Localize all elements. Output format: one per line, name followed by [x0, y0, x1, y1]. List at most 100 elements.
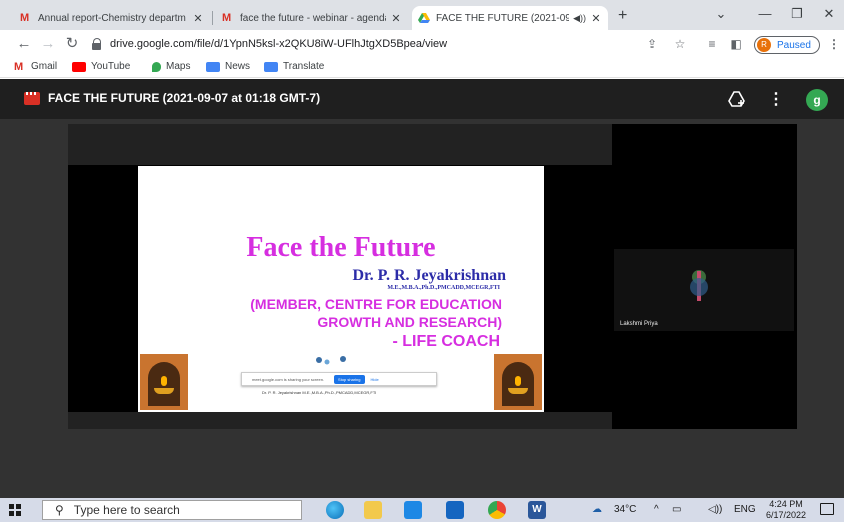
bookmark-label: Maps	[166, 61, 191, 72]
participant-name: Lakshmi Priya	[620, 321, 658, 327]
minimize-icon[interactable]: —	[752, 4, 778, 24]
side-panel-icon[interactable]: ◧	[728, 36, 744, 52]
slide-credentials: M.E.,M.B.A.,Ph.D.,PMCADD,MCEGR,FTI	[387, 285, 500, 291]
weather-icon[interactable]: ☁	[592, 504, 602, 515]
add-to-drive-icon[interactable]	[728, 91, 746, 107]
bookmark-maps[interactable]: Maps	[152, 61, 190, 72]
participant-tile: Lakshmi Priya	[614, 249, 794, 331]
close-window-icon[interactable]: ✕	[816, 4, 842, 24]
close-icon[interactable]: ✕	[390, 12, 402, 25]
gmail-icon: M	[14, 60, 24, 73]
address-bar[interactable]: drive.google.com/file/d/1YpnN5ksl-x2QKU8…	[88, 33, 616, 55]
bookmark-news[interactable]: News	[206, 61, 250, 72]
drive-viewer: FACE THE FUTURE (2021-09-07 at 01:18 GMT…	[0, 79, 844, 498]
tab-face-the-future-webinar[interactable]: M face the future - webinar - agenda ✕	[216, 6, 408, 30]
share-message: meet.google.com is sharing your screen.	[252, 376, 325, 382]
maps-pin-icon	[152, 61, 161, 72]
reload-icon[interactable]: ↻	[62, 34, 82, 54]
weather-temp[interactable]: 34°C	[614, 504, 636, 515]
word-icon[interactable]: W	[528, 501, 546, 519]
chrome-icon[interactable]	[488, 501, 506, 519]
tab-face-the-future-drive[interactable]: FACE THE FUTURE (2021-09- ◀)) ✕	[412, 6, 608, 30]
bookmark-youtube[interactable]: YouTube	[72, 61, 130, 72]
slide-speaker: Dr. P. R. Jeyakrishnan	[352, 267, 506, 284]
edge-icon[interactable]	[326, 501, 344, 519]
search-icon: ⚲	[55, 503, 64, 517]
input-language[interactable]: ENG	[734, 504, 756, 515]
store-icon[interactable]	[404, 501, 422, 519]
network-icon[interactable]: ▭	[672, 504, 681, 515]
browser-toolbar: ← → ↻ drive.google.com/file/d/1YpnN5ksl-…	[0, 30, 844, 58]
hide-button[interactable]: Hide	[371, 377, 379, 382]
forward-icon[interactable]: →	[38, 34, 58, 54]
slide-heading: Face the Future	[246, 232, 436, 263]
bookmarks-bar: M Gmail YouTube Maps News Translate	[0, 58, 844, 78]
gmail-icon: M	[20, 12, 30, 24]
volume-icon[interactable]: ◁))	[708, 504, 722, 515]
close-icon[interactable]: ✕	[192, 12, 204, 25]
gmail-icon: M	[222, 12, 232, 24]
slide-tagline: - LIFE COACH	[392, 333, 500, 350]
close-icon[interactable]: ✕	[590, 12, 602, 25]
bookmark-label: News	[225, 61, 251, 72]
search-placeholder: Type here to search	[73, 503, 180, 517]
menu-kebab-icon[interactable]: ⋮	[826, 36, 842, 52]
youtube-icon	[72, 61, 86, 72]
url-text: drive.google.com/file/d/1YpnN5ksl-x2QKU8…	[110, 38, 448, 50]
tab-title: face the future - webinar - agenda	[240, 12, 386, 24]
bookmark-gmail[interactable]: M Gmail	[14, 61, 57, 72]
share-icon[interactable]: ⇪	[644, 36, 660, 52]
clock-date: 6/17/2022	[765, 510, 807, 520]
viewer-header: FACE THE FUTURE (2021-09-07 at 01:18 GMT…	[0, 79, 844, 119]
participant-avatar	[690, 270, 708, 301]
news-icon	[206, 61, 220, 72]
lock-icon[interactable]	[92, 38, 102, 50]
slide-role-line-2: GROWTH AND RESEARCH)	[317, 314, 502, 330]
restore-icon[interactable]: ❐	[784, 4, 810, 24]
bookmark-label: Gmail	[31, 61, 58, 72]
tray-chevron-icon[interactable]: ^	[654, 504, 659, 515]
tab-annual-report[interactable]: M Annual report-Chemistry departm ✕	[14, 6, 210, 30]
tab-title: Annual report-Chemistry departm	[38, 12, 186, 24]
profile-status: Paused	[777, 39, 811, 51]
slide-role-line-1: (MEMBER, CENTRE FOR EDUCATION	[250, 296, 502, 312]
presentation-slide: Face the Future Dr. P. R. Jeyakrishnan M…	[138, 166, 544, 412]
reading-list-icon[interactable]: ≡	[704, 36, 720, 52]
stop-sharing-button[interactable]: Stop sharing	[334, 374, 365, 384]
slide-footer: Dr. P. R. Jeyakrishnan M.E.,M.B.A.,Ph.D.…	[262, 390, 377, 395]
tab-title: FACE THE FUTURE (2021-09-	[436, 12, 570, 24]
diya-lamp-left-icon	[140, 354, 188, 410]
taskbar-search-input[interactable]: ⚲ Type here to search	[42, 500, 302, 520]
file-title: FACE THE FUTURE (2021-09-07 at 01:18 GMT…	[48, 91, 321, 105]
tab-strip: M Annual report-Chemistry departm ✕ M fa…	[0, 0, 844, 30]
bookmark-label: Translate	[283, 61, 325, 72]
flower-decoration-icon	[316, 356, 346, 365]
new-tab-button[interactable]: +	[618, 7, 627, 25]
windows-taskbar: ⚲ Type here to search W ☁ 34°C ^ ▭ ◁)) E…	[0, 498, 844, 522]
video-file-icon	[24, 92, 40, 105]
speaker-icon[interactable]: ◀))	[573, 13, 586, 24]
avatar: R	[757, 38, 771, 52]
file-explorer-icon[interactable]	[364, 501, 382, 519]
video-letterbox-bottom	[68, 412, 612, 429]
translate-icon	[264, 61, 278, 72]
mail-icon[interactable]	[446, 501, 464, 519]
notification-icon[interactable]	[820, 503, 834, 515]
tab-search-chevron-icon[interactable]: ⌄	[708, 4, 734, 24]
clock-time: 4:24 PM	[769, 499, 803, 509]
windows-start-icon[interactable]	[9, 504, 21, 516]
back-icon[interactable]: ←	[14, 34, 34, 54]
tab-divider	[212, 11, 213, 25]
video-letterbox-top	[68, 124, 612, 165]
bookmark-star-icon[interactable]: ☆	[672, 36, 688, 52]
diya-lamp-right-icon	[494, 354, 542, 410]
screen-share-bar: meet.google.com is sharing your screen. …	[241, 372, 437, 386]
profile-button[interactable]: R Paused	[754, 36, 820, 54]
bookmark-translate[interactable]: Translate	[264, 61, 324, 72]
bookmark-label: YouTube	[91, 61, 131, 72]
account-avatar[interactable]: g	[806, 89, 828, 111]
slide-role: (MEMBER, CENTRE FOR EDUCATION GROWTH AND…	[250, 295, 502, 331]
more-options-icon[interactable]: ⋮	[768, 89, 784, 109]
google-drive-icon	[418, 13, 430, 23]
system-clock[interactable]: 4:24 PM 6/17/2022	[763, 499, 809, 521]
